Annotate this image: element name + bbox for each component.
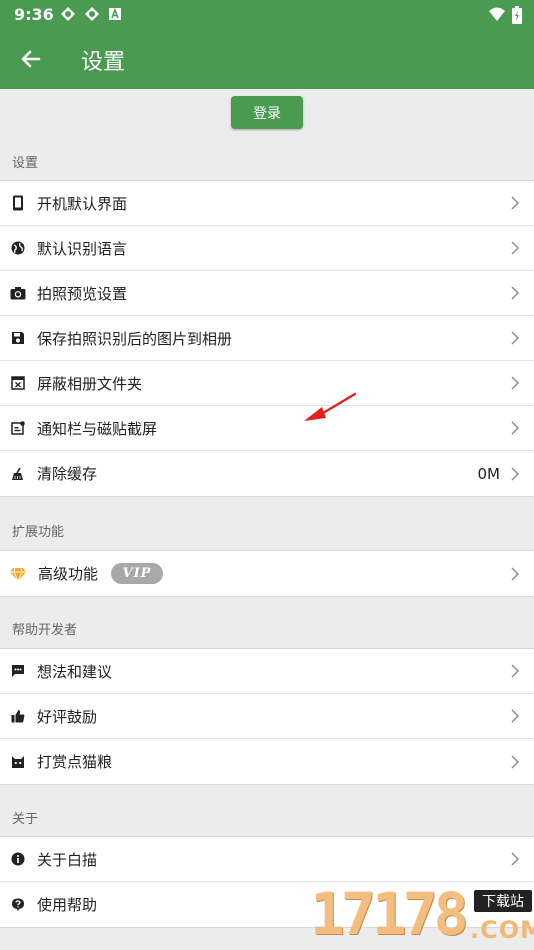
chevron-right-icon — [510, 330, 520, 346]
app-notification-icon — [84, 6, 100, 22]
chevron-right-icon — [510, 566, 520, 582]
list-item-label: 想法和建议 — [37, 662, 113, 681]
chevron-right-icon — [510, 420, 520, 436]
phone-icon — [10, 195, 26, 211]
folder-block-icon — [10, 375, 26, 391]
notification-icon — [10, 420, 26, 436]
cache-size-value: 0M — [477, 464, 501, 483]
chevron-right-icon — [510, 663, 520, 679]
back-arrow-icon[interactable] — [18, 46, 44, 72]
app-bar: 设置 — [0, 30, 534, 89]
login-button[interactable]: 登录 — [231, 96, 303, 129]
status-bar: 9:36 — [0, 0, 534, 30]
wifi-icon — [488, 6, 506, 28]
section-title-help-developer: 帮助开发者 — [12, 623, 78, 638]
broom-icon — [10, 466, 26, 482]
site-watermark: 17178 下载站 .COM — [308, 880, 534, 950]
list-item-donate[interactable]: 打赏点猫粮 — [0, 739, 534, 784]
list-item-label: 保存拍照识别后的图片到相册 — [37, 329, 233, 348]
list-item-rate-app[interactable]: 好评鼓励 — [0, 694, 534, 739]
list-item-save-to-album[interactable]: 保存拍照识别后的图片到相册 — [0, 316, 534, 361]
list-item-feedback[interactable]: 想法和建议 — [0, 649, 534, 694]
app-notification-icon — [60, 6, 76, 22]
chevron-right-icon — [510, 240, 520, 256]
list-item-label: 默认识别语言 — [37, 239, 128, 258]
list-item-label: 开机默认界面 — [37, 194, 128, 213]
watermark-com: .COM — [470, 916, 534, 944]
chevron-right-icon — [510, 375, 520, 391]
chevron-right-icon — [510, 285, 520, 301]
battery-icon — [512, 6, 522, 28]
globe-icon — [10, 240, 26, 256]
section-title-about: 关于 — [12, 812, 39, 827]
page-title: 设置 — [81, 50, 126, 75]
watermark-download-label: 下载站 — [474, 890, 532, 912]
list-item-camera-preview[interactable]: 拍照预览设置 — [0, 271, 534, 316]
vip-badge: VIP — [111, 563, 163, 584]
save-icon — [10, 330, 26, 346]
list-item-startup-screen[interactable]: 开机默认界面 — [0, 181, 534, 226]
settings-group: 开机默认界面 默认识别语言 拍照预览设置 保存拍照识别后的图片到相册 屏蔽相册文… — [0, 180, 534, 497]
list-item-label: 通知栏与磁贴截屏 — [37, 419, 158, 438]
annotation-arrow-icon — [304, 392, 357, 421]
cat-icon — [10, 754, 26, 770]
camera-icon — [10, 285, 26, 301]
list-item-block-album-folder[interactable]: 屏蔽相册文件夹 — [0, 361, 534, 406]
chat-icon — [10, 663, 26, 679]
chevron-right-icon — [510, 708, 520, 724]
chevron-right-icon — [510, 466, 520, 482]
section-title-settings: 设置 — [12, 156, 39, 171]
list-item-label: 关于白描 — [37, 850, 98, 869]
list-item-premium-features[interactable]: 高级功能 VIP — [0, 551, 534, 596]
list-item-label: 拍照预览设置 — [37, 284, 128, 303]
status-time: 9:36 — [14, 5, 54, 24]
watermark-digits: 17178 — [310, 880, 469, 948]
section-title-extensions: 扩展功能 — [12, 525, 65, 540]
list-item-about-app[interactable]: 关于白描 — [0, 837, 534, 882]
list-item-label: 高级功能 — [38, 565, 99, 583]
list-item-clear-cache[interactable]: 清除缓存 0M — [0, 451, 534, 496]
diamond-icon — [10, 566, 26, 582]
thumbs-up-icon — [10, 708, 26, 724]
chevron-right-icon — [510, 754, 520, 770]
list-item-recognition-language[interactable]: 默认识别语言 — [0, 226, 534, 271]
help-icon — [10, 897, 26, 913]
list-item-label: 打赏点猫粮 — [37, 753, 113, 771]
list-item-notification-screenshot[interactable]: 通知栏与磁贴截屏 — [0, 406, 534, 451]
list-item-label: 清除缓存 — [37, 465, 98, 483]
a-notification-icon — [108, 6, 124, 22]
info-icon — [10, 851, 26, 867]
list-item-label: 好评鼓励 — [37, 707, 98, 726]
list-item-label: 使用帮助 — [37, 896, 98, 914]
help-group: 想法和建议 好评鼓励 打赏点猫粮 — [0, 648, 534, 785]
chevron-right-icon — [510, 195, 520, 211]
chevron-right-icon — [510, 851, 520, 867]
list-item-label: 屏蔽相册文件夹 — [37, 374, 143, 393]
extensions-group: 高级功能 VIP — [0, 550, 534, 597]
